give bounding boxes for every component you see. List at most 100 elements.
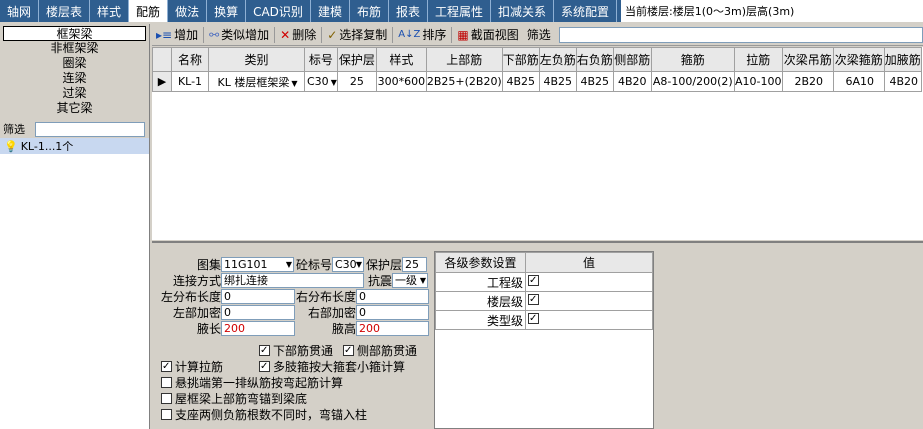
col-header-hanger[interactable]: 次梁吊筋 (781, 47, 834, 72)
cell-grade[interactable]: C30 ▼ (304, 71, 338, 92)
category-lintel[interactable]: 过梁 (0, 86, 149, 101)
roof-top-option[interactable]: 屋框梁上部筋弯锚到梁底 (161, 391, 307, 406)
col-header-grade[interactable]: 标号 (304, 47, 338, 72)
haunch-h-input[interactable]: 200 (356, 321, 429, 336)
tab-modeling[interactable]: 建模 (311, 0, 350, 22)
toolbar-separator (321, 26, 323, 43)
col-header-tie-bar[interactable]: 拉筋 (733, 47, 783, 72)
cell-hanger[interactable]: 2B20 (781, 71, 834, 92)
haunch-len-input[interactable]: 200 (221, 321, 295, 336)
add-button[interactable]: ▸≡ 增加 (152, 26, 202, 43)
tab-place-rebar[interactable]: 布筋 (350, 0, 389, 22)
level-settings-table: 各级参数设置 值 工程级 楼层级 类型级 (435, 252, 653, 330)
cell-stirrup[interactable]: A8-100/200(2) (650, 71, 735, 92)
col-header-top-bar[interactable]: 上部筋 (425, 47, 503, 72)
support-checkbox[interactable] (161, 409, 172, 420)
atlas-select[interactable]: 11G101 ▼ (221, 257, 294, 272)
col-header-left-neg[interactable]: 左负筋 (538, 47, 577, 72)
col-header-haunch-bar[interactable]: 加腋筋 (883, 47, 922, 72)
side-through-option[interactable]: 侧部筋贯通 (343, 343, 417, 358)
tab-deduction[interactable]: 扣减关系 (491, 0, 555, 22)
cell-haunch-bar[interactable]: 4B20 (883, 71, 922, 92)
tab-project-properties[interactable]: 工程属性 (428, 0, 491, 22)
chevron-down-icon[interactable]: ▼ (291, 79, 297, 88)
cell-top-bar[interactable]: 2B25+(2B20) (425, 71, 503, 92)
col-header-style[interactable]: 样式 (375, 47, 427, 72)
table-row[interactable]: ▶ KL-1 KL 楼层框架梁 ▼ C30 ▼ 25 300*600 2B25+(2… (152, 71, 922, 92)
multi-leg-checkbox[interactable] (259, 361, 270, 372)
cell-cover[interactable]: 25 (336, 71, 377, 92)
category-other-beam[interactable]: 其它梁 (0, 101, 149, 116)
component-tree: 💡 KL-1...1个 (0, 138, 149, 427)
cell-name[interactable]: KL-1 (171, 71, 209, 92)
select-copy-button[interactable]: ✓ 选择复制 (323, 26, 391, 43)
cell-category[interactable]: KL 楼层框架梁 ▼ (208, 71, 305, 92)
concrete-select[interactable]: C30 ▼ (332, 257, 364, 272)
connect-input[interactable]: 绑扎连接 (221, 273, 364, 288)
col-header-right-neg[interactable]: 右负筋 (575, 47, 614, 72)
col-header-category[interactable]: 类别 (208, 47, 305, 72)
chevron-down-icon[interactable]: ▼ (331, 78, 337, 87)
col-header-cover[interactable]: 保护层 (336, 47, 377, 72)
delete-button[interactable]: ✕ 删除 (276, 26, 320, 43)
tree-item-kl1[interactable]: 💡 KL-1...1个 (0, 138, 149, 154)
category-coupling-beam[interactable]: 连梁 (0, 71, 149, 86)
cell-secondary-stirrup[interactable]: 6A10 (832, 71, 885, 92)
col-header-bottom-bar[interactable]: 下部筋 (501, 47, 540, 72)
category-frame-beam[interactable]: 框架梁 (3, 26, 146, 41)
project-level-checkbox[interactable] (528, 275, 539, 286)
right-dense-input[interactable]: 0 (356, 305, 429, 320)
support-option[interactable]: 支座两侧负筋根数不同时，弯锚入柱 (161, 407, 367, 422)
tab-axis-grid[interactable]: 轴网 (0, 0, 40, 22)
cell-style[interactable]: 300*600 (375, 71, 427, 92)
properties-area: 图集 11G101 ▼ 砼标号 C30 ▼ 保护层 25 连接方式 绑扎连接 抗震 … (152, 241, 923, 429)
cantilever-option[interactable]: 悬挑端第一排纵筋按弯起筋计算 (161, 375, 343, 390)
tab-reports[interactable]: 报表 (389, 0, 428, 22)
left-filter-input[interactable] (35, 121, 145, 137)
tab-cad-recognition[interactable]: CAD识别 (246, 0, 311, 22)
seismic-select[interactable]: 一级 ▼ (392, 273, 428, 288)
col-header-stirrup[interactable]: 箍筋 (650, 47, 735, 72)
tab-reinforcement[interactable]: 配筋 (129, 0, 169, 22)
col-header-secondary-stirrup[interactable]: 次梁箍筋 (832, 47, 885, 72)
right-dist-input[interactable]: 0 (356, 289, 429, 304)
left-dense-input[interactable]: 0 (221, 305, 295, 320)
similar-add-button[interactable]: ⚯ 类似增加 (205, 26, 273, 43)
category-ring-beam[interactable]: 圈梁 (0, 56, 149, 71)
multi-leg-option[interactable]: 多肢箍按大箍套小箍计算 (259, 359, 405, 374)
side-through-checkbox[interactable] (343, 345, 354, 356)
type-level-checkbox[interactable] (528, 313, 539, 324)
roof-top-label: 屋框梁上部筋弯锚到梁底 (175, 392, 308, 406)
level-value-cell (525, 291, 653, 311)
col-header-name[interactable]: 名称 (171, 47, 209, 72)
cell-bottom-bar[interactable]: 4B25 (501, 71, 540, 92)
cell-left-neg[interactable]: 4B25 (538, 71, 577, 92)
toolbar-filter-input[interactable] (558, 26, 923, 43)
calc-tie-checkbox[interactable] (161, 361, 172, 372)
main-tab-bar: 轴网 楼层表 样式 配筋 做法 换算 CAD识别 建模 布筋 报表 工程属性 扣… (0, 0, 923, 22)
cell-tie-bar[interactable]: A10-100 (733, 71, 783, 92)
tab-system-config[interactable]: 系统配置 (554, 0, 618, 22)
col-header-side-bar[interactable]: 侧部筋 (612, 47, 652, 72)
bottom-through-checkbox[interactable] (259, 345, 270, 356)
floor-level-checkbox[interactable] (528, 294, 539, 305)
cell-category-value: KL 楼层框架梁 (217, 75, 290, 89)
section-view-button[interactable]: ▦ 截面视图 (453, 26, 522, 43)
cover-input[interactable]: 25 (402, 257, 427, 272)
cell-right-neg[interactable]: 4B25 (575, 71, 614, 92)
left-dist-input[interactable]: 0 (221, 289, 295, 304)
roof-top-checkbox[interactable] (161, 393, 172, 404)
cantilever-checkbox[interactable] (161, 377, 172, 388)
cell-side-bar[interactable]: 4B20 (612, 71, 652, 92)
calc-tie-option[interactable]: 计算拉筋 (161, 359, 223, 374)
tab-floor-table[interactable]: 楼层表 (39, 0, 91, 22)
sort-button[interactable]: A↓Z 排序 (394, 26, 450, 43)
tab-method[interactable]: 做法 (168, 0, 208, 22)
tab-style[interactable]: 样式 (90, 0, 130, 22)
bottom-through-option[interactable]: 下部筋贯通 (259, 343, 333, 358)
row-pointer-icon[interactable]: ▶ (152, 71, 172, 92)
category-non-frame-beam[interactable]: 非框架梁 (0, 41, 149, 56)
atlas-label: 图集 (196, 258, 221, 272)
tab-conversion[interactable]: 换算 (207, 0, 247, 22)
toolbar-separator (274, 26, 276, 43)
